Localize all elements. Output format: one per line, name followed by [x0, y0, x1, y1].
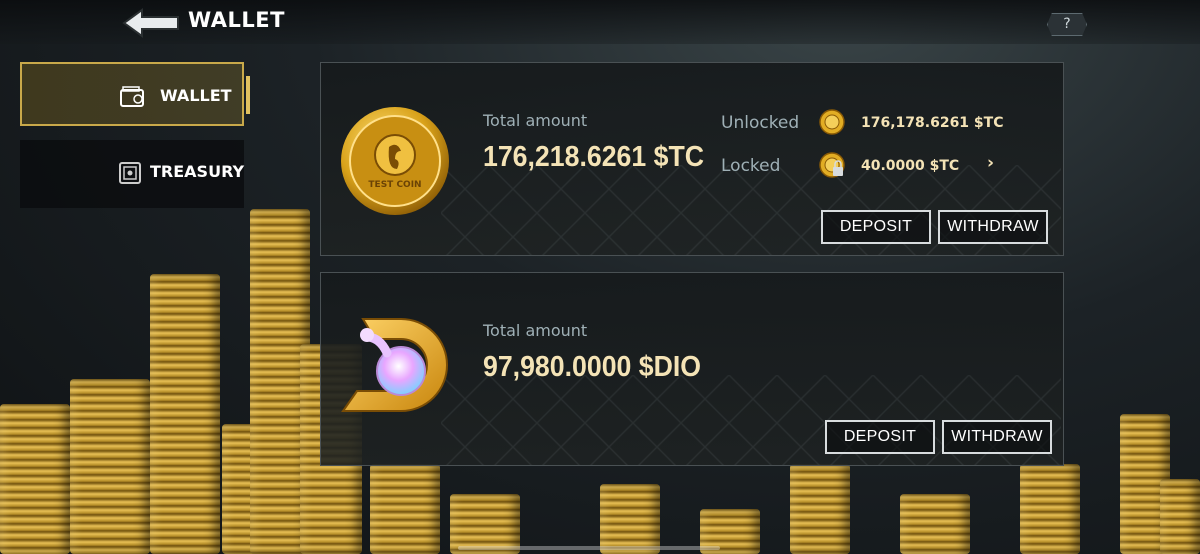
tc-deposit-button[interactable]: DEPOSIT	[821, 210, 931, 244]
dio-total-amount: 97,980.0000 $DIO	[483, 351, 702, 383]
total-amount-label: Total amount	[483, 321, 588, 340]
locked-label: Locked	[721, 156, 781, 176]
unlocked-label: Unlocked	[721, 113, 800, 133]
tc-balance-card: TEST COIN Total amount 176,218.6261 $TC …	[320, 62, 1064, 256]
sidebar-item-label: TREASURY	[150, 162, 245, 181]
dio-balance-card: Total amount 97,980.0000 $DIO DEPOSIT WI…	[320, 272, 1064, 466]
coin-icon	[819, 109, 845, 135]
top-bar: WALLET ?	[0, 0, 1200, 44]
sidebar-item-label: WALLET	[160, 86, 232, 105]
total-amount-label: Total amount	[483, 111, 588, 130]
dio-withdraw-button[interactable]: WITHDRAW	[942, 420, 1052, 454]
help-button[interactable]: ?	[1047, 13, 1087, 36]
page-title: WALLET	[188, 8, 285, 32]
back-arrow-icon[interactable]	[122, 8, 182, 38]
locked-coin-icon	[819, 152, 845, 178]
tc-withdraw-button[interactable]: WITHDRAW	[938, 210, 1048, 244]
locked-value: 40.0000 $TC	[861, 158, 960, 174]
sidebar-item-wallet[interactable]: WALLET	[20, 62, 250, 126]
scroll-indicator	[458, 546, 720, 550]
dio-deposit-button[interactable]: DEPOSIT	[825, 420, 935, 454]
unlocked-value: 176,178.6261 $TC	[861, 115, 1004, 131]
wallet-icon	[120, 86, 144, 107]
tc-total-amount: 176,218.6261 $TC	[483, 141, 705, 173]
safe-icon	[119, 162, 141, 184]
coin-text: TEST COIN	[368, 180, 421, 190]
dio-logo-icon	[341, 318, 448, 412]
test-coin-icon: TEST COIN	[341, 107, 449, 215]
sidebar-item-treasury[interactable]: TREASURY	[20, 140, 244, 208]
locked-details-chevron-icon[interactable]: ›	[987, 153, 994, 173]
